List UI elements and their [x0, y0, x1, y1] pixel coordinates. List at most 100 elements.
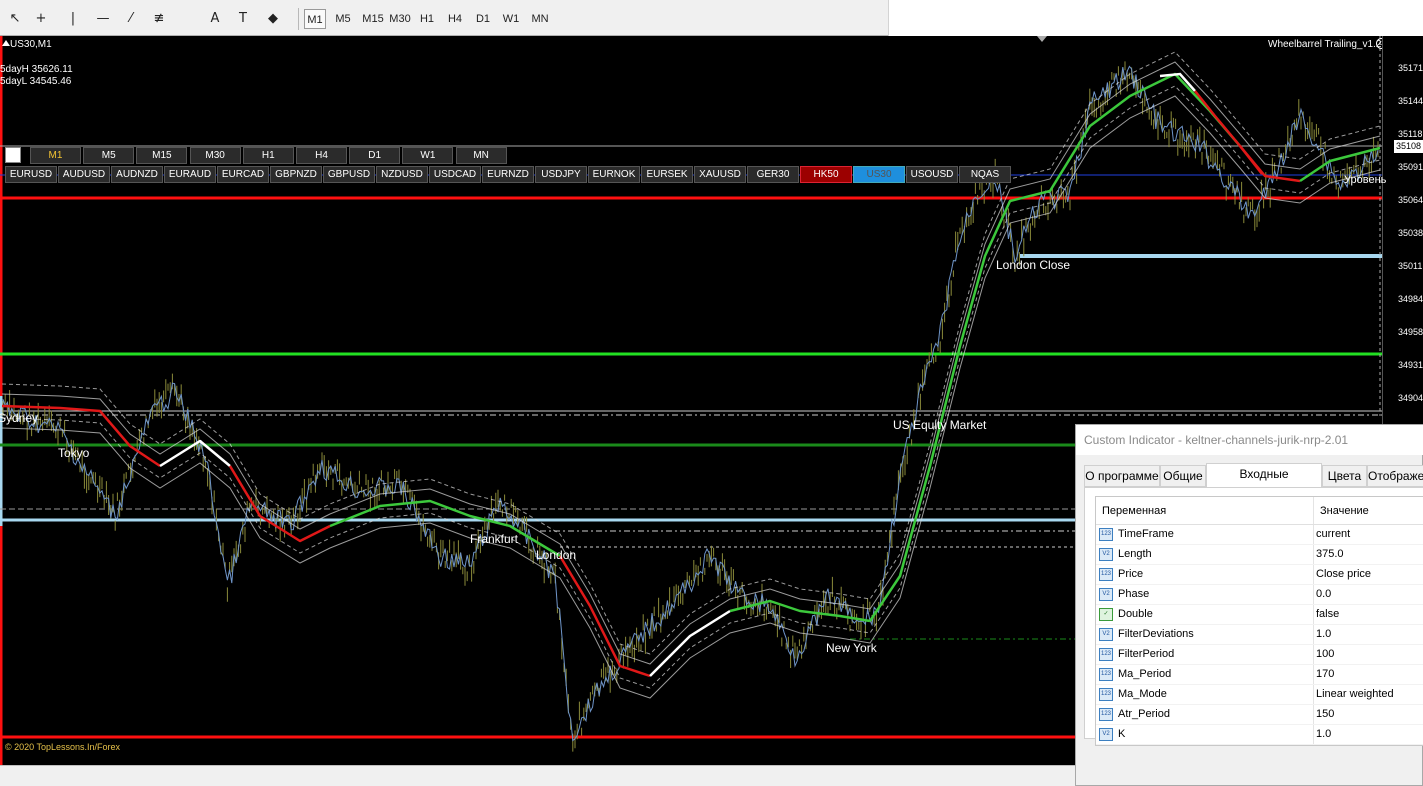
chart-tf-button-m30[interactable]: M30 — [189, 147, 241, 164]
column-header-value[interactable]: Значение — [1320, 505, 1369, 517]
current-price-label: 35108 — [1394, 140, 1423, 153]
parameter-name: Ma_Mode — [1118, 688, 1167, 700]
price-tick-label: 35118 — [1398, 129, 1423, 139]
parameter-value[interactable]: Close price — [1316, 568, 1371, 580]
text-icon[interactable]: A — [204, 8, 226, 30]
shapes-icon[interactable]: ◆ — [262, 8, 284, 30]
symbol-button-gbpusd[interactable]: GBPUSD — [323, 166, 375, 183]
color-selector-square[interactable] — [5, 147, 21, 163]
symbol-button-usousd[interactable]: USOUSD — [906, 166, 958, 183]
timeframe-h4[interactable]: H4 — [442, 9, 468, 29]
symbol-button-eurnzd[interactable]: EURNZD — [482, 166, 534, 183]
timeframe-d1[interactable]: D1 — [470, 9, 496, 29]
timeframe-m5[interactable]: M5 — [330, 9, 356, 29]
parameter-value[interactable]: 0.0 — [1316, 588, 1331, 600]
chart-tf-button-w1[interactable]: W1 — [402, 147, 454, 164]
timeframe-w1[interactable]: W1 — [498, 9, 524, 29]
cursor-icon[interactable]: ↖ — [4, 8, 26, 30]
parameter-name: TimeFrame — [1118, 528, 1174, 540]
symbol-button-hk50[interactable]: HK50 — [800, 166, 852, 183]
toolbar-separator — [298, 8, 299, 30]
parameter-value[interactable]: 150 — [1316, 708, 1334, 720]
symbol-button-eurcad[interactable]: EURCAD — [217, 166, 269, 183]
parameter-row[interactable]: 123 Ma_Period 170 — [1096, 665, 1423, 685]
symbol-button-nzdusd[interactable]: NZDUSD — [376, 166, 428, 183]
parameter-row[interactable]: V2 Length 375.0 — [1096, 545, 1423, 565]
symbol-button-audnzd[interactable]: AUDNZD — [111, 166, 163, 183]
symbol-button-euraud[interactable]: EURAUD — [164, 166, 216, 183]
parameter-name: Atr_Period — [1118, 708, 1170, 720]
parameter-value[interactable]: 1.0 — [1316, 728, 1331, 740]
parameter-row[interactable]: V2 Phase 0.0 — [1096, 585, 1423, 605]
parameter-value[interactable]: 100 — [1316, 648, 1334, 660]
symbol-button-ger30[interactable]: GER30 — [747, 166, 799, 183]
fibonacci-icon[interactable]: ≢ — [148, 8, 170, 30]
parameter-value[interactable]: 375.0 — [1316, 548, 1344, 560]
timeframe-h1[interactable]: H1 — [414, 9, 440, 29]
collapse-arrow-icon[interactable] — [2, 40, 10, 46]
chart-tf-button-d1[interactable]: D1 — [349, 147, 401, 164]
symbol-button-eurnok[interactable]: EURNOK — [588, 166, 640, 183]
column-header-variable[interactable]: Переменная — [1102, 505, 1166, 517]
price-tick-label: 35171 — [1398, 63, 1423, 73]
symbol-button-eursek[interactable]: EURSEK — [641, 166, 693, 183]
double-type-icon: V2 — [1099, 628, 1113, 641]
drawing-toolbar: ↖ + | — ⁄ ≢ A T ◆ M1 M5 M15 M30 H1 H4 D1 W1 MN — [0, 0, 1423, 36]
double-type-icon: V2 — [1099, 548, 1113, 561]
timeframe-m30[interactable]: M30 — [386, 9, 414, 29]
symbol-button-nqas[interactable]: NQAS — [959, 166, 1011, 183]
chart-symbol-title: US30,M1 — [10, 39, 52, 50]
tab-colors[interactable]: Цвета — [1322, 465, 1367, 487]
price-tick-label: 35064 — [1398, 195, 1423, 205]
chart-tf-button-m15[interactable]: M15 — [136, 147, 188, 164]
symbol-button-usdjpy[interactable]: USDJPY — [535, 166, 587, 183]
parameter-row[interactable]: 123 Ma_Mode Linear weighted — [1096, 685, 1423, 705]
parameter-row[interactable]: 123 Price Close price — [1096, 565, 1423, 585]
parameter-row[interactable]: 123 TimeFrame current — [1096, 525, 1423, 545]
dialog-title[interactable]: Custom Indicator - keltner-channels-juri… — [1076, 425, 1423, 455]
tab-input-parameters[interactable]: Входные параметры — [1206, 463, 1322, 501]
timeframe-m15[interactable]: M15 — [358, 9, 388, 29]
symbol-button-eurusd[interactable]: EURUSD — [5, 166, 57, 183]
parameter-name: FilterDeviations — [1118, 628, 1194, 640]
chart-tf-button-h4[interactable]: H4 — [296, 147, 347, 164]
trendline-icon[interactable]: ⁄ — [120, 8, 142, 30]
session-label: New York — [826, 641, 877, 655]
double-type-icon: V2 — [1099, 588, 1113, 601]
horizontal-line-icon[interactable]: — — [92, 8, 114, 30]
parameter-row[interactable]: 123 Atr_Period 150 — [1096, 705, 1423, 725]
price-tick-label: 34904 — [1398, 393, 1423, 403]
timeframe-m1[interactable]: M1 — [304, 9, 326, 29]
parameter-row[interactable]: ✓ Double false — [1096, 605, 1423, 625]
tab-common[interactable]: Общие — [1160, 465, 1206, 487]
symbol-button-audusd[interactable]: AUDUSD — [58, 166, 110, 183]
chart-tf-button-mn[interactable]: MN — [455, 147, 507, 164]
text-label-icon[interactable]: T — [232, 8, 254, 30]
chart-tf-button-h1[interactable]: H1 — [242, 147, 294, 164]
parameter-value[interactable]: false — [1316, 608, 1339, 620]
parameter-value[interactable]: 170 — [1316, 668, 1334, 680]
integer-type-icon: 123 — [1099, 528, 1113, 541]
vertical-line-icon[interactable]: | — [62, 8, 84, 30]
parameter-row[interactable]: V2 FilterDeviations 1.0 — [1096, 625, 1423, 645]
chart-tf-button-m1[interactable]: M1 — [30, 147, 81, 164]
integer-type-icon: 123 — [1099, 568, 1113, 581]
price-tick-label: 35144 — [1398, 96, 1423, 106]
parameter-name: FilterPeriod — [1118, 648, 1175, 660]
symbol-button-usdcad[interactable]: USDCAD — [429, 166, 481, 183]
chart-tf-button-m5[interactable]: M5 — [83, 147, 135, 164]
crosshair-icon[interactable]: + — [30, 8, 52, 30]
symbol-button-xauusd[interactable]: XAUUSD — [694, 166, 746, 183]
parameter-row[interactable]: 123 FilterPeriod 100 — [1096, 645, 1423, 665]
symbol-button-gbpnzd[interactable]: GBPNZD — [270, 166, 322, 183]
tab-about[interactable]: О программе — [1084, 465, 1160, 487]
parameter-value[interactable]: 1.0 — [1316, 628, 1331, 640]
copyright-text: © 2020 TopLessons.In/Forex — [5, 742, 121, 752]
symbol-button-us30[interactable]: US30 — [853, 166, 905, 183]
parameter-value[interactable]: Linear weighted — [1316, 688, 1394, 700]
parameter-value[interactable]: current — [1316, 528, 1350, 540]
parameter-name: Double — [1118, 608, 1153, 620]
parameter-row[interactable]: V2 K 1.0 — [1096, 725, 1423, 745]
timeframe-mn[interactable]: MN — [526, 9, 554, 29]
tab-visualization[interactable]: Отображе — [1367, 465, 1423, 487]
